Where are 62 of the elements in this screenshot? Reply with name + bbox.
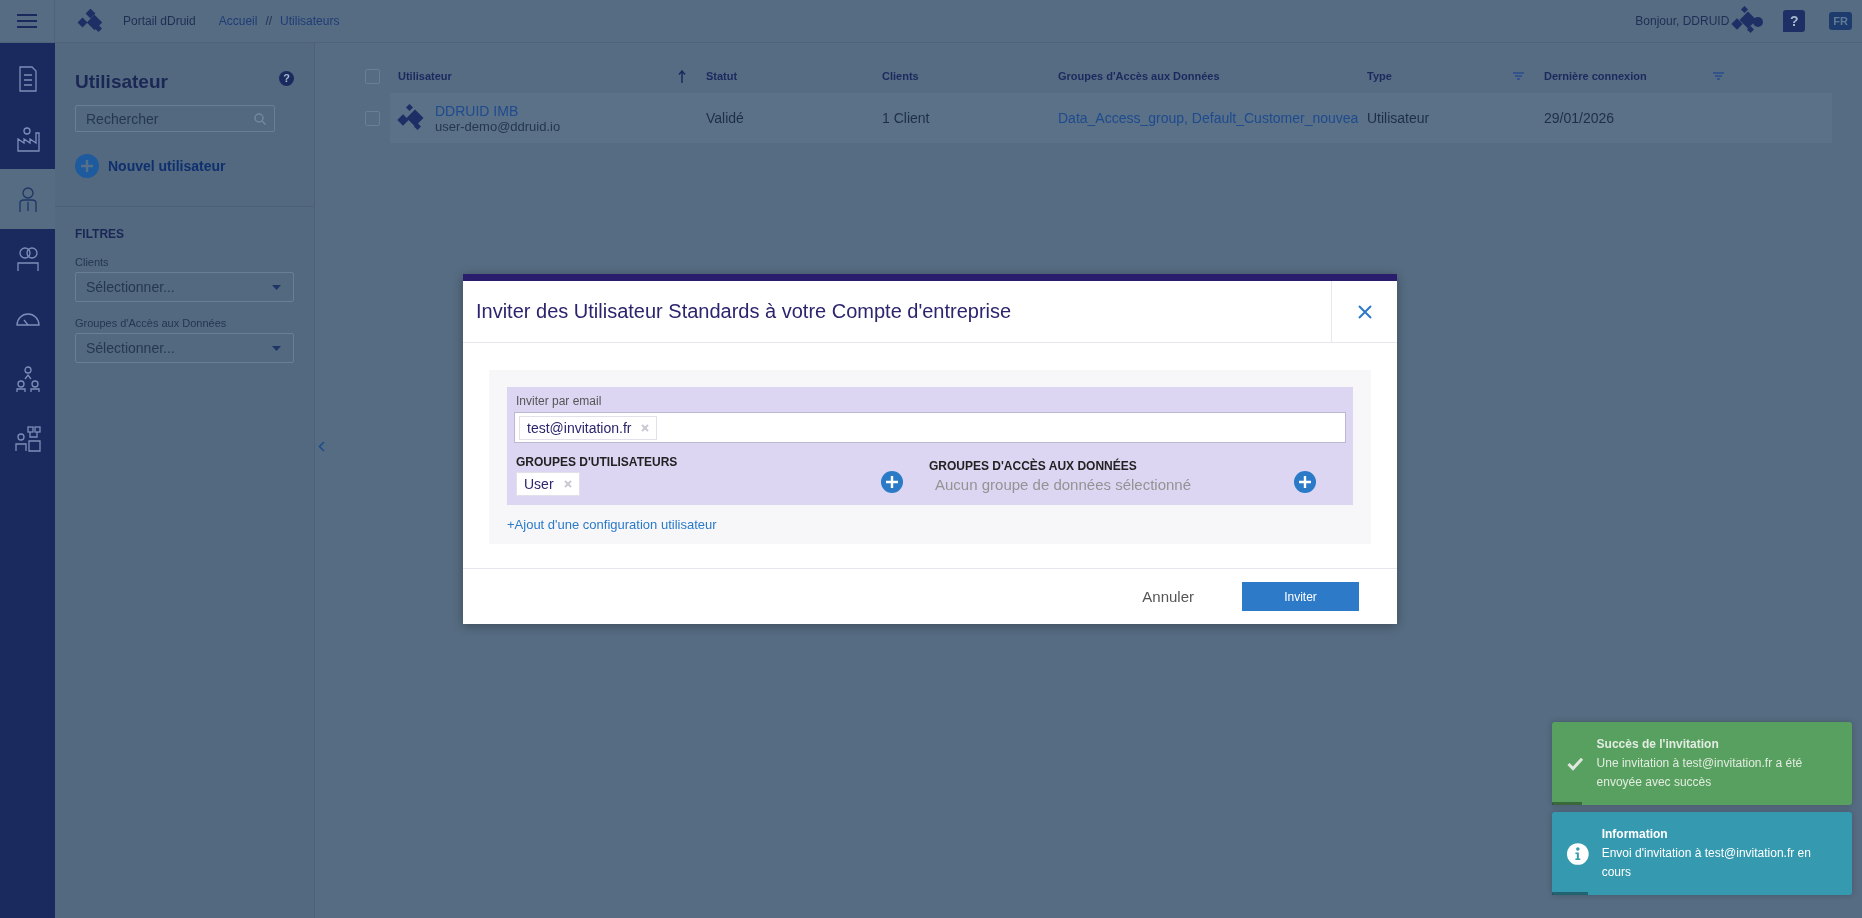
user-email: user-demo@ddruid.io	[435, 118, 561, 134]
info-icon	[1567, 842, 1589, 865]
add-button[interactable]	[1294, 470, 1316, 493]
plus-icon	[75, 154, 99, 178]
toast-message: Une invitation à test@invitation.fr a été envoyée avec succès	[1596, 755, 1804, 791]
clients-cell-text: 1 Client	[882, 110, 931, 126]
toast-title: Information	[1601, 826, 1669, 843]
language-button[interactable]: FR	[1829, 12, 1852, 30]
sort-arrow-icon[interactable]	[678, 69, 686, 83]
nav-item[interactable]	[0, 169, 55, 229]
type-cell-text: Utilisateur	[1367, 110, 1431, 126]
invite-button[interactable]: Inviter	[1242, 582, 1359, 611]
new-user-button[interactable]: Nouvel utilisateur	[75, 154, 226, 178]
data-groups-link[interactable]: Data_Access_group, Default_Customer_nouvea	[1058, 110, 1367, 126]
remove-icon[interactable]	[563, 480, 572, 488]
search-icon	[254, 113, 266, 125]
email-label: Inviter par email	[515, 394, 603, 408]
email-tag: test@invitation.fr	[519, 415, 658, 440]
help-button[interactable]: ?	[1783, 10, 1806, 32]
column-header[interactable]: Utilisateur	[398, 70, 452, 82]
column-header[interactable]: Groupes d'Accès aux Données	[1058, 70, 1220, 82]
help-button[interactable]: ?	[279, 70, 294, 86]
caret-icon	[272, 284, 281, 290]
people-icon	[14, 245, 41, 273]
factory-icon	[14, 125, 41, 153]
group-tag: User	[516, 472, 580, 496]
logo-icon	[75, 9, 105, 33]
filter-icon[interactable]	[1513, 72, 1524, 80]
chevron-left-icon[interactable]	[317, 440, 325, 452]
network-icon	[14, 425, 41, 453]
last-login-cell-text: 29/01/2026	[1544, 110, 1616, 126]
hierarchy-icon	[14, 365, 41, 393]
group-heading: GROUPES D'ACCÈS AUX DONNÉES	[929, 458, 1138, 473]
gauge-icon	[14, 312, 41, 326]
filters-heading: FILTRES	[75, 227, 126, 241]
column-header[interactable]: Type	[1367, 70, 1392, 82]
column-header[interactable]: Statut	[706, 70, 738, 82]
panel-title: Utilisateur	[75, 71, 168, 93]
group-heading: GROUPES D'UTILISATEURS	[516, 455, 678, 469]
filter-icon[interactable]	[1713, 72, 1724, 80]
breadcrumb-link[interactable]: Utilisateurs	[280, 14, 340, 28]
column-header[interactable]: Dernière connexion	[1544, 70, 1647, 82]
add-configuration-link[interactable]: +Ajout d'une configuration utilisateur	[507, 517, 1353, 532]
close-icon	[1357, 304, 1372, 319]
app-name: Portail dDruid	[123, 14, 196, 28]
dialog-title: Inviter des Utilisateur Standards à votre Compte d'entreprise	[475, 299, 1013, 324]
table-row[interactable]: DDRUID IMB user-demo@ddruid.io Validé 1 Client Data_Access_group, Default_Customer_nouvea Utilisateur 29/01/2026	[390, 93, 1832, 143]
toast-title: Succès de l'invitation	[1596, 736, 1720, 753]
breadcrumb-separator: //	[265, 14, 273, 28]
greeting-text: Bonjour, DDRUID	[1635, 14, 1730, 28]
toast-message: Envoi d'invitation à test@invitation.fr en cours	[1601, 845, 1812, 881]
column-header[interactable]: Clients	[882, 70, 919, 82]
breadcrumb-link[interactable]: Accueil	[218, 14, 258, 28]
caret-icon	[272, 345, 281, 351]
add-button[interactable]	[881, 470, 903, 493]
empty-groups-text: Aucun groupe de données sélectionné	[934, 475, 1192, 493]
menu-icon	[17, 13, 37, 29]
user-avatar-icon[interactable]	[1731, 6, 1766, 36]
status-cell-text: Validé	[706, 110, 745, 126]
remove-icon[interactable]	[641, 423, 650, 432]
user-name-link[interactable]: DDRUID IMB	[435, 102, 561, 119]
email-input-field[interactable]: test@invitation.fr	[514, 412, 1346, 443]
